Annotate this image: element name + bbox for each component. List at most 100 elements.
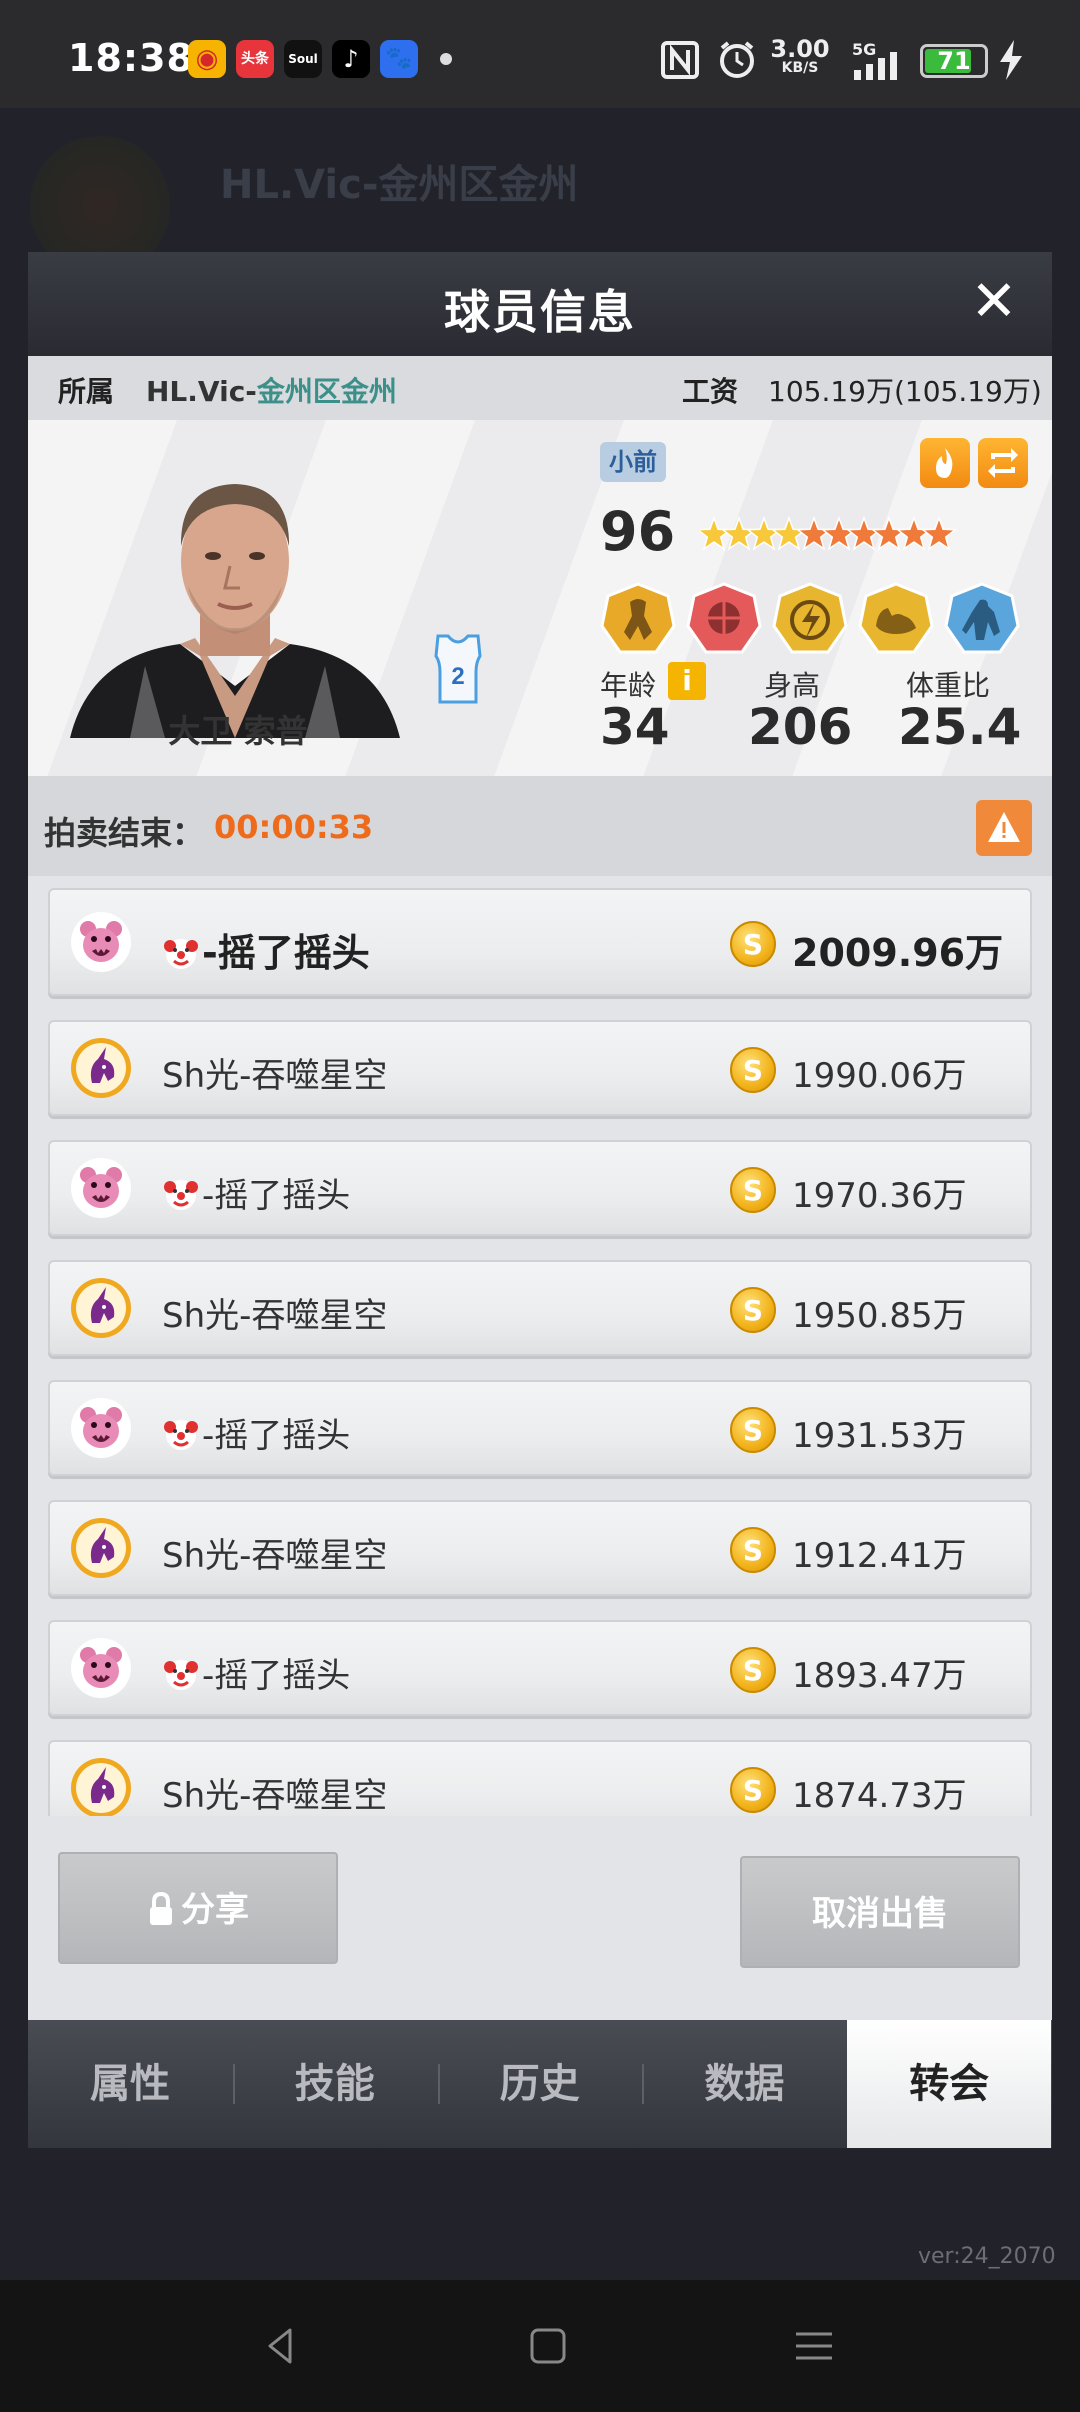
- height-value: 206: [748, 698, 853, 756]
- swap-icon: [988, 448, 1018, 478]
- close-button[interactable]: ✕: [964, 274, 1024, 334]
- bid-price: 1893.47万: [792, 1656, 967, 1696]
- star-icon: [770, 515, 808, 551]
- team-label: 所属: [58, 375, 115, 408]
- share-button[interactable]: 分享: [58, 1852, 338, 1964]
- bid-price: 1931.53万: [792, 1416, 967, 1456]
- bid-row[interactable]: -摇了摇头 S 1893.47万: [48, 1620, 1032, 1716]
- bidder-name: Sh光-吞噬星空: [162, 1536, 388, 1576]
- star-icon: [845, 515, 883, 551]
- bid-row[interactable]: -摇了摇头 S 2009.96万: [48, 888, 1032, 996]
- coin-icon: S: [730, 921, 776, 967]
- action-buttons: 分享 取消出售: [28, 1852, 1052, 1968]
- star-icon: [920, 515, 958, 551]
- coin-icon: S: [730, 1647, 776, 1693]
- bid-price: 1874.73万: [792, 1776, 967, 1816]
- unicorn-team-logo-icon: [70, 1037, 132, 1099]
- notification-dot: [440, 53, 452, 65]
- bid-price: 1950.85万: [792, 1296, 967, 1336]
- age-info-button[interactable]: i: [668, 662, 706, 700]
- post-up-icon[interactable]: [600, 582, 676, 658]
- version-label: ver:24_2070: [918, 2244, 1056, 2269]
- bid-list[interactable]: -摇了摇头 S 2009.96万 Sh光-吞噬星空 S 1990.06万 -摇了摇头 S 197…: [28, 876, 1052, 1816]
- swap-button[interactable]: [978, 438, 1028, 488]
- background-team-name: HL.Vic-金州区金州: [220, 162, 579, 208]
- tab-bar: 属性 技能 历史 数据 转会: [28, 2020, 1052, 2148]
- network-speed: 3.00 KB/S: [770, 35, 830, 76]
- star-icon: [870, 515, 908, 551]
- tab-divider: [437, 2064, 440, 2104]
- overall-rating: 96: [600, 500, 676, 563]
- warning-icon: [988, 812, 1020, 842]
- star-icon: [745, 515, 783, 551]
- bidder-name: -摇了摇头: [162, 1168, 350, 1217]
- tab-attributes[interactable]: 属性: [28, 2020, 232, 2148]
- weibo-icon: ◉: [188, 40, 226, 78]
- recents-icon[interactable]: [778, 2310, 850, 2382]
- weight-ratio-value: 25.4: [898, 698, 1022, 756]
- tab-divider: [232, 2064, 235, 2104]
- coin-icon: S: [730, 1167, 776, 1213]
- bear-team-logo-icon: [70, 1157, 132, 1219]
- bidder-name: -摇了摇头: [162, 1408, 350, 1457]
- bid-price: 2009.96万: [792, 931, 1004, 975]
- player-name: 大卫 索普: [168, 712, 308, 750]
- tab-transfer[interactable]: 转会: [847, 2020, 1052, 2148]
- star-icon: [700, 515, 733, 551]
- report-button[interactable]: [976, 800, 1032, 856]
- defense-icon[interactable]: [944, 582, 1020, 658]
- speed-icon[interactable]: [772, 582, 848, 658]
- star-rating: [700, 515, 958, 551]
- star-icon: [795, 515, 833, 551]
- team-name[interactable]: HL.Vic-金州区金州: [146, 370, 397, 410]
- star-icon: [895, 515, 933, 551]
- charging-icon: [1000, 40, 1022, 80]
- salary-value: 105.19万(105.19万): [768, 375, 1042, 408]
- bear-team-logo-icon: [70, 1397, 132, 1459]
- bid-row[interactable]: Sh光-吞噬星空 S 1912.41万: [48, 1500, 1032, 1596]
- home-icon[interactable]: [512, 2310, 584, 2382]
- fire-icon: [936, 448, 953, 478]
- bid-row[interactable]: -摇了摇头 S 1931.53万: [48, 1380, 1032, 1476]
- bidder-name: -摇了摇头: [162, 922, 370, 977]
- nfc-icon: [661, 41, 699, 79]
- tab-divider: [642, 2064, 645, 2104]
- coin-icon: S: [730, 1767, 776, 1813]
- bid-row[interactable]: Sh光-吞噬星空 S 1990.06万: [48, 1020, 1032, 1116]
- baidu-icon: 🐾: [380, 40, 418, 78]
- unicorn-team-logo-icon: [70, 1517, 132, 1579]
- coin-icon: S: [730, 1047, 776, 1093]
- jersey-icon: 2: [434, 634, 482, 704]
- dunk-icon[interactable]: [686, 582, 762, 658]
- strength-icon[interactable]: [858, 582, 934, 658]
- tab-skills[interactable]: 技能: [233, 2020, 437, 2148]
- bid-row[interactable]: Sh光-吞噬星空 S 1950.85万: [48, 1260, 1032, 1356]
- star-icon: [820, 515, 858, 551]
- clown-emoji-icon: [164, 939, 198, 969]
- coin-icon: S: [730, 1527, 776, 1573]
- auction-timer: 00:00:33: [214, 808, 374, 846]
- age-value: 34: [600, 698, 670, 756]
- cancel-sale-button[interactable]: 取消出售: [740, 1856, 1020, 1968]
- bid-row[interactable]: Sh光-吞噬星空 S 1874.73万: [48, 1740, 1032, 1816]
- tab-history[interactable]: 历史: [438, 2020, 642, 2148]
- bear-team-logo-icon: [70, 1637, 132, 1699]
- unicorn-team-logo-icon: [70, 1277, 132, 1339]
- bid-price: 1970.36万: [792, 1176, 967, 1216]
- dialog-header: 球员信息 ✕: [28, 252, 1052, 356]
- status-bar: 18:38 ◉ 头条 Soul ♪ 🐾 3.00 KB/S 5G 71: [0, 0, 1080, 108]
- player-profile: 大卫 索普 2 小前 96 年龄 i 34 身高 206 体重比 25.4: [28, 420, 1052, 776]
- back-icon[interactable]: [244, 2310, 316, 2382]
- fire-button[interactable]: [920, 438, 970, 488]
- alarm-icon: [720, 41, 754, 78]
- tiktok-icon: ♪: [332, 40, 370, 78]
- auction-end-label: 拍卖结束：: [44, 814, 205, 852]
- bid-row[interactable]: -摇了摇头 S 1970.36万: [48, 1140, 1032, 1236]
- bidder-name: Sh光-吞噬星空: [162, 1056, 388, 1096]
- toutiao-icon: 头条: [236, 40, 274, 78]
- coin-icon: S: [730, 1407, 776, 1453]
- tab-data[interactable]: 数据: [642, 2020, 846, 2148]
- player-info-dialog: 球员信息 ✕ 所属 HL.Vic-金州区金州 工资 105.19万(105.19…: [28, 252, 1052, 2148]
- clown-emoji-icon: [164, 1660, 198, 1690]
- battery-icon: 71: [920, 44, 988, 78]
